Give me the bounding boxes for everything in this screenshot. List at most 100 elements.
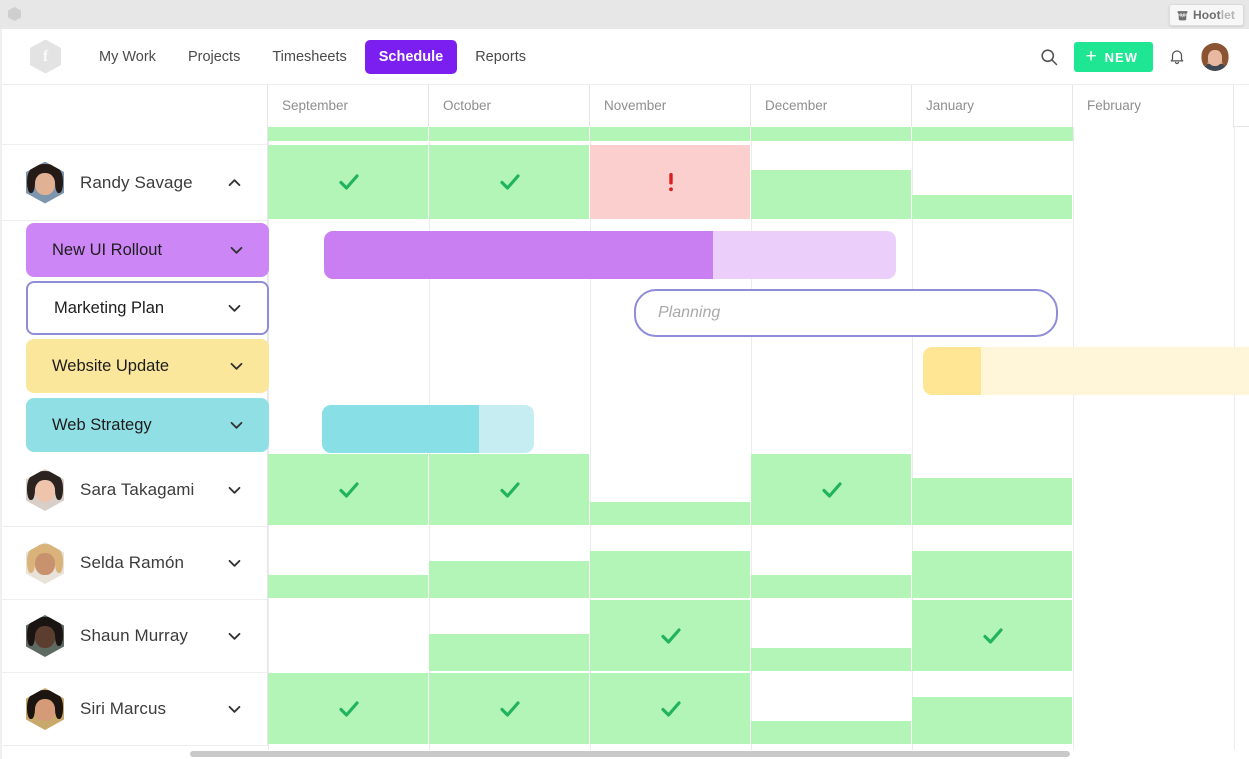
availability-block[interactable] [751,721,911,744]
nav-links: My Work Projects Timesheets Schedule Reports [85,39,540,74]
chevron-down-icon[interactable] [226,482,243,499]
chevron-down-icon[interactable] [226,300,243,317]
person-label-cell[interactable]: Shaun Murray [0,600,268,673]
search-icon[interactable] [1039,47,1059,67]
avatar-hair-right [1222,48,1228,66]
person-label-cell[interactable]: Randy Savage [0,145,268,221]
check-icon [659,624,683,648]
chevron-down-icon[interactable] [228,358,245,375]
gantt-progress-fill [923,347,981,395]
hootlet-extension-badge[interactable]: Hootlet [1168,4,1244,26]
gantt-bar-website-update[interactable] [923,347,1249,395]
gantt-remaining [712,231,896,279]
availability-block[interactable] [912,478,1072,525]
nav-link-my-work[interactable]: My Work [85,40,170,74]
project-pill-web-strategy[interactable]: Web Strategy [26,398,269,452]
nav-link-schedule[interactable]: Schedule [364,39,458,74]
project-name: Marketing Plan [54,298,165,317]
avatar [26,542,64,584]
chevron-down-icon[interactable] [226,701,243,718]
check-icon [498,478,522,502]
person-name: Sara Takagami [80,480,195,499]
new-button-label: NEW [1104,49,1138,65]
availability-block[interactable] [912,127,1073,141]
check-icon [337,697,361,721]
chevron-down-icon[interactable] [226,555,243,572]
availability-block[interactable] [429,127,589,141]
bell-icon[interactable] [1168,47,1186,67]
hootlet-label: Hootlet [1192,8,1235,22]
check-icon [337,478,361,502]
month-header-december: December [751,85,912,127]
availability-block[interactable] [268,575,428,598]
window-left-edge [0,29,2,759]
availability-block[interactable] [912,551,1072,598]
gantt-bar-new-ui-rollout[interactable] [324,231,896,279]
availability-block[interactable] [429,634,589,671]
schedule-grid: September October November December January F… [0,85,1249,758]
person-row: Shaun Murray [0,600,1249,673]
nav-link-projects[interactable]: Projects [174,40,254,74]
person-name: Siri Marcus [80,699,167,718]
new-button[interactable]: + NEW [1073,42,1153,72]
check-icon [498,697,522,721]
availability-block[interactable] [751,170,911,219]
month-header-row: September October November December January F… [0,85,1249,127]
check-icon [820,478,844,502]
availability-block[interactable] [590,551,750,598]
project-name: New UI Rollout [52,240,163,259]
month-header-february: February [1073,85,1234,127]
gantt-remaining [980,347,1249,395]
app-logo-icon[interactable]: f [30,39,61,74]
person-name: Randy Savage [80,172,193,192]
logo-glyph: f [42,47,49,65]
header-corner-cell [0,85,268,127]
project-pill-website-update[interactable]: Website Update [26,339,269,393]
availability-block[interactable] [268,127,428,141]
table-row [0,127,1249,145]
project-pill-marketing-plan[interactable]: Marketing Plan [26,281,269,335]
plus-icon: + [1085,45,1098,67]
avatar[interactable] [1201,43,1229,71]
avatar [26,615,64,657]
person-label-cell[interactable]: Sara Takagami [0,454,268,527]
availability-block[interactable] [751,575,911,598]
availability-block[interactable] [912,697,1072,744]
chevron-up-icon[interactable] [226,174,243,191]
person-row: Randy Savage [0,145,1249,221]
availability-block[interactable] [912,195,1072,219]
availability-block[interactable] [429,561,589,598]
availability-block[interactable] [590,502,750,525]
scrollbar-thumb[interactable] [190,751,1070,757]
nav-link-reports[interactable]: Reports [461,40,540,74]
availability-block[interactable] [751,648,911,671]
gantt-bar-web-strategy[interactable] [322,405,534,453]
project-pill-new-ui-rollout[interactable]: New UI Rollout [26,223,269,277]
check-icon [981,624,1005,648]
availability-block[interactable] [751,127,911,141]
check-icon [498,170,522,194]
chevron-down-icon[interactable] [228,242,245,259]
chevron-down-icon[interactable] [228,417,245,434]
check-icon [337,170,361,194]
availability-block[interactable] [590,127,750,141]
check-icon [659,697,683,721]
window-dot-icon [8,7,21,21]
person-label-cell[interactable]: Siri Marcus [0,673,268,746]
horizontal-scrollbar[interactable] [0,750,1249,758]
project-name: Web Strategy [52,415,152,434]
nav-link-timesheets[interactable]: Timesheets [258,40,360,74]
chevron-down-icon[interactable] [226,628,243,645]
month-header-january: January [912,85,1073,127]
project-row: New UI Rollout [0,221,1249,279]
avatar [26,688,64,730]
person-label-cell[interactable]: Selda Ramón [0,527,268,600]
gantt-remaining [478,405,534,453]
browser-chrome: Hootlet [0,0,1249,29]
gantt-bar-marketing-plan[interactable]: Planning [634,289,1058,337]
month-header-september: September [268,85,429,127]
top-navigation: f My Work Projects Timesheets Schedule Repor… [0,29,1249,85]
month-header-october: October [429,85,590,127]
owl-icon [1177,10,1188,20]
month-header-november: November [590,85,751,127]
